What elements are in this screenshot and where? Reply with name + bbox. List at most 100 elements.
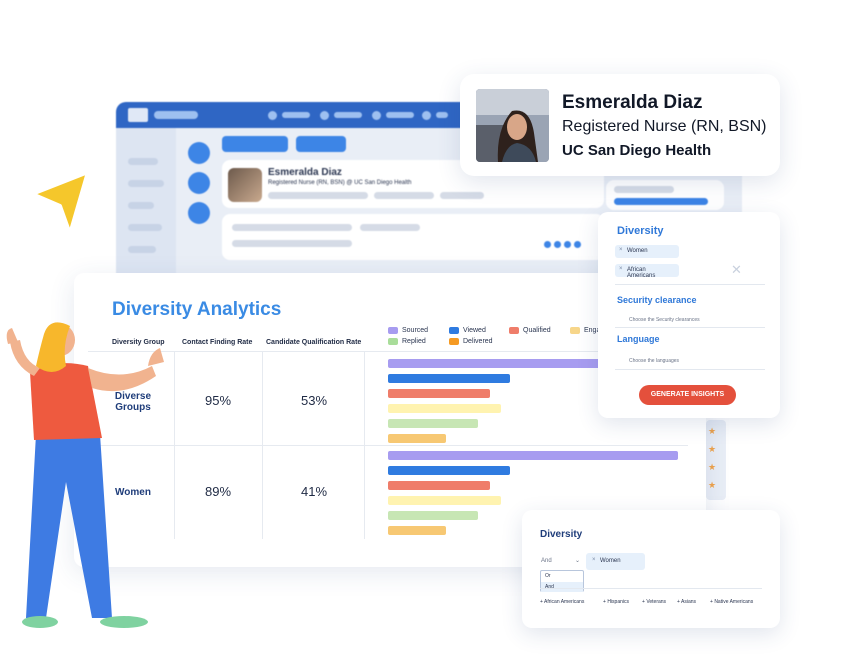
app-logo (128, 108, 148, 122)
side-card (606, 180, 724, 210)
filter-tag[interactable]: × Women (615, 245, 679, 258)
remove-icon[interactable]: × (619, 266, 623, 272)
suggestion-chip[interactable]: + Native Americans (710, 599, 753, 605)
star-icon: ★ (708, 462, 717, 472)
status-dot (564, 241, 571, 248)
remove-icon[interactable]: × (619, 247, 623, 253)
bar-qualified-0 (388, 389, 490, 398)
legend-label: Sourced (402, 327, 429, 334)
side-strip: ★ ★ ★ ★ (706, 420, 726, 500)
app-tab[interactable] (296, 136, 346, 152)
diversity-filter-card: Diversity And ⌄ × Women Or And + African … (522, 510, 780, 628)
sidebar-line (128, 158, 158, 165)
language-title: Language (617, 334, 660, 344)
candidate-card[interactable] (222, 214, 604, 260)
app-tab[interactable] (222, 136, 288, 152)
security-clearance-input[interactable]: Choose the Security clearances (629, 317, 700, 323)
placeholder-line (614, 186, 674, 193)
star-icon: ★ (708, 480, 717, 490)
placeholder-line (232, 240, 352, 247)
remove-icon[interactable]: × (592, 557, 596, 563)
legend-item: Delivered (449, 338, 493, 345)
bar-replied-1 (388, 511, 478, 520)
bar-viewed-0 (388, 374, 510, 383)
arrow-cursor-icon (30, 170, 90, 236)
topbar-dot (422, 111, 431, 120)
topbar-item[interactable] (436, 112, 448, 118)
generate-insights-button[interactable]: GENERATE INSIGHTS (639, 385, 736, 405)
language-input[interactable]: Choose the languages (629, 358, 679, 364)
candidate-qualification-rate: 41% (300, 484, 328, 499)
sidebar-line (128, 224, 162, 231)
diversity-filter-title: Diversity (617, 225, 664, 237)
topbar-dot (372, 111, 381, 120)
sidebar-line (128, 246, 156, 253)
candidate-name: Esmeralda Diaz (268, 167, 342, 178)
topbar-item[interactable] (386, 112, 414, 118)
column-header: Candidate Qualification Rate (266, 339, 362, 346)
suggestion-label: Hispanics (607, 599, 629, 605)
candidate-avatar (228, 168, 262, 202)
divider (615, 369, 765, 370)
topbar-item[interactable] (334, 112, 362, 118)
star-icon: ★ (708, 444, 717, 454)
divider (615, 327, 765, 328)
legend-label: Replied (402, 338, 426, 345)
nav-circle-icon[interactable] (188, 172, 210, 194)
legend-label: Delivered (463, 338, 493, 345)
nav-circle-icon[interactable] (188, 142, 210, 164)
filter-tag-label: African Americans (627, 267, 656, 279)
placeholder-line (268, 192, 368, 199)
legend-item: Viewed (449, 327, 486, 334)
security-clearance-title: Security clearance (617, 295, 697, 305)
divider (615, 284, 765, 285)
suggestion-chip[interactable]: + African Americans (540, 599, 584, 605)
diversity-tag-label: Women (600, 558, 621, 564)
operator-option[interactable]: Or (545, 573, 551, 579)
table-divider (262, 351, 263, 539)
contact-finding-rate: 89% (204, 484, 232, 499)
column-header: Contact Finding Rate (182, 339, 253, 346)
bar-delivered-1 (388, 526, 446, 535)
chevron-down-icon[interactable]: ⌄ (575, 557, 580, 564)
status-dot (574, 241, 581, 248)
operator-option[interactable]: And (545, 584, 554, 590)
placeholder-line (232, 224, 352, 231)
suggestion-chip[interactable]: + Hispanics (603, 599, 629, 605)
legend-label: Viewed (463, 327, 486, 334)
filter-panel: Diversity × Women × African Americans ✕ Se… (598, 212, 780, 418)
operator-select[interactable]: And (541, 558, 552, 564)
nav-circle-icon[interactable] (188, 202, 210, 224)
candidate-qualification-rate: 53% (300, 393, 328, 408)
suggestion-label: African Americans (544, 599, 585, 605)
clear-icon[interactable]: ✕ (731, 262, 742, 278)
person-illustration (6, 322, 164, 628)
suggestion-label: Native Americans (714, 599, 754, 605)
suggestion-label: Veterans (646, 599, 667, 605)
placeholder-line (614, 198, 708, 205)
analytics-title: Diversity Analytics (112, 299, 282, 320)
bar-delivered-0 (388, 434, 446, 443)
profile-photo (476, 89, 549, 162)
bar-viewed-1 (388, 466, 510, 475)
diversity-card-title: Diversity (540, 529, 583, 540)
contact-finding-rate: 95% (204, 393, 232, 408)
divider (540, 588, 762, 589)
topbar-item[interactable] (282, 112, 310, 118)
profile-card[interactable]: Esmeralda Diaz Registered Nurse (RN, BSN… (460, 74, 780, 176)
bar-replied-0 (388, 419, 478, 428)
table-divider (88, 445, 688, 446)
diversity-tag[interactable]: × Women (586, 553, 645, 570)
bar-engaged-1 (388, 496, 502, 505)
app-logo-text (154, 111, 198, 119)
suggestion-chip[interactable]: + Asians (677, 599, 696, 605)
candidate-role: Registered Nurse (RN, BSN) @ UC San Dieg… (268, 180, 412, 186)
placeholder-line (440, 192, 484, 199)
status-dot (544, 241, 551, 248)
suggestion-chip[interactable]: + Veterans (642, 599, 666, 605)
filter-tag[interactable]: × African Americans (615, 264, 679, 279)
legend-item: Qualified (509, 327, 551, 334)
topbar-dot (320, 111, 329, 120)
bar-sourced-1 (388, 451, 678, 460)
profile-name: Esmeralda Diaz (562, 92, 703, 113)
